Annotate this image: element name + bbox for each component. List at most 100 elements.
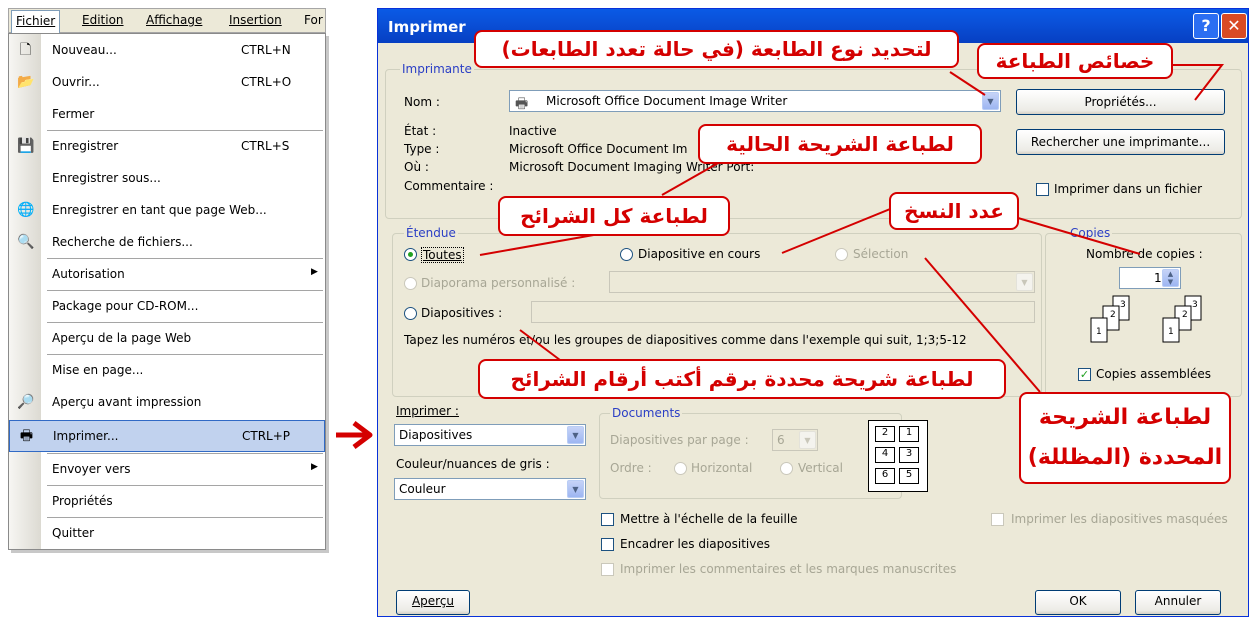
menu-item-mise-en-page[interactable]: Mise en page... [9, 355, 325, 387]
documents-group [599, 413, 902, 499]
chevron-down-icon[interactable]: ▼ [982, 92, 999, 110]
range-group-title: Étendue [404, 226, 458, 240]
range-current-radio[interactable] [620, 248, 633, 261]
layout-cell: 4 [875, 447, 895, 463]
print-what-label: Imprimer : [396, 404, 459, 418]
menu-item-label: Ouvrir... [52, 75, 100, 89]
order-vertical-radio[interactable] [780, 462, 793, 475]
menu-item-proprietes[interactable]: Propriétés [9, 486, 325, 518]
spin-arrows-icon[interactable]: ▲ ▼ [1162, 269, 1179, 287]
svg-text:3: 3 [1192, 300, 1198, 310]
layout-cell: 3 [899, 447, 919, 463]
svg-text:2: 2 [1110, 310, 1116, 320]
menu-item-label: Autorisation [52, 267, 125, 281]
menu-item-shortcut: CTRL+N [241, 43, 291, 57]
print-comments-checkbox[interactable] [601, 563, 614, 576]
annotation-specific-slides: لطباعة شريحة محددة برقم أكتب أرقام الشرا… [478, 359, 1006, 399]
menu-item-label: Enregistrer en tant que page Web... [52, 203, 267, 217]
find-printer-button[interactable]: Rechercher une imprimante... [1016, 129, 1225, 155]
svg-text:1: 1 [1096, 327, 1102, 337]
menu-item-enregistrer-sous[interactable]: Enregistrer sous... [9, 163, 325, 195]
color-value: Couleur [399, 482, 446, 496]
menu-edition[interactable]: Edition [82, 13, 124, 30]
where-label: Où : [404, 160, 429, 174]
state-label: État : [404, 124, 437, 138]
menu-item-label: Aperçu de la page Web [52, 331, 192, 345]
range-slides-radio[interactable] [404, 307, 417, 320]
order-horizontal-radio[interactable] [674, 462, 687, 475]
menu-item-enregistrer[interactable]: 💾 Enregistrer CTRL+S [9, 131, 325, 163]
preview-button[interactable]: Aperçu [396, 590, 470, 615]
find-printer-button-label: Rechercher une imprimante... [1030, 135, 1211, 149]
ok-button-label: OK [1069, 594, 1087, 608]
range-selection-label: Sélection [853, 247, 909, 261]
range-custom-label: Diaporama personnalisé : [421, 276, 576, 290]
range-all-radio[interactable] [404, 248, 417, 261]
help-button[interactable]: ? [1193, 13, 1219, 39]
copies-group-title: Copies [1068, 226, 1113, 240]
menu-item-shortcut: CTRL+O [241, 75, 292, 89]
menu-format[interactable]: For [304, 13, 323, 30]
print-to-file-label: Imprimer dans un fichier [1054, 182, 1203, 196]
chevron-down-icon[interactable]: ▼ [1016, 273, 1033, 291]
chevron-down-icon[interactable]: ▼ [567, 480, 584, 498]
layout-cell: 1 [899, 426, 919, 442]
menu-item-label: Quitter [52, 526, 95, 540]
documents-group-title: Documents [610, 406, 683, 420]
dialog-title: Imprimer [388, 18, 466, 36]
menu-affichage[interactable]: Affichage [146, 13, 202, 30]
menu-item-label: Fermer [52, 107, 95, 121]
menu-insertion[interactable]: Insertion [229, 13, 282, 30]
printer-icon: 🖶 [515, 96, 529, 112]
chevron-down-icon[interactable]: ▼ [799, 431, 816, 449]
copies-value: 1 [1154, 271, 1162, 285]
annotation-current-slide: لطباعة الشريحة الحالية [698, 124, 982, 164]
svg-text:2: 2 [1182, 310, 1188, 320]
menu-item-quitter[interactable]: Quitter [9, 518, 325, 550]
fit-to-page-checkbox[interactable] [601, 513, 614, 526]
range-current-label: Diapositive en cours [638, 247, 761, 261]
range-selection-radio[interactable] [835, 248, 848, 261]
menu-item-fermer[interactable]: Fermer [9, 99, 325, 131]
layout-preview: 2 1 4 3 6 5 [868, 420, 928, 492]
menu-item-apercu-web[interactable]: Aperçu de la page Web [9, 323, 325, 355]
ok-button[interactable]: OK [1035, 590, 1121, 615]
menu-item-ouvrir[interactable]: 📂 Ouvrir... CTRL+O [9, 67, 325, 99]
color-select[interactable]: Couleur ▼ [394, 478, 586, 500]
print-what-select[interactable]: Diapositives ▼ [394, 424, 586, 446]
menu-item-imprimer[interactable]: 🖶 Imprimer... CTRL+P [9, 420, 325, 452]
copies-stepper[interactable]: 1 ▲ ▼ [1119, 267, 1181, 289]
collate-checkbox[interactable]: ✓ [1078, 368, 1091, 381]
menu-item-package-cd[interactable]: Package pour CD-ROM... [9, 291, 325, 323]
annotation-printer-type: لتحديد نوع الطابعة (في حالة تعدد الطابعا… [474, 30, 959, 68]
printer-name-select[interactable]: 🖶 Microsoft Office Document Image Writer… [509, 90, 1001, 112]
menu-item-autorisation[interactable]: Autorisation ▶ [9, 259, 325, 291]
chevron-down-icon[interactable]: ▼ [567, 426, 584, 444]
menu-item-nouveau[interactable]: 🗋 Nouveau... CTRL+N [9, 35, 325, 67]
frame-slides-label: Encadrer les diapositives [620, 537, 770, 551]
menu-item-label: Aperçu avant impression [52, 395, 202, 409]
menu-item-recherche[interactable]: 🔍 Recherche de fichiers... [9, 227, 325, 259]
per-page-select[interactable]: 6 ▼ [772, 429, 818, 451]
properties-button[interactable]: Propriétés... [1016, 89, 1225, 115]
cancel-button[interactable]: Annuler [1135, 590, 1221, 615]
menu-item-shortcut: CTRL+S [241, 139, 290, 153]
custom-show-select[interactable]: ▼ [609, 271, 1035, 293]
print-to-file-checkbox[interactable] [1036, 183, 1049, 196]
menu-fichier[interactable]: Fichier [11, 10, 61, 34]
print-hidden-checkbox[interactable] [991, 513, 1004, 526]
collate-label: Copies assemblées [1096, 367, 1212, 381]
new-document-icon: 🗋 [19, 42, 32, 58]
range-custom-radio[interactable] [404, 277, 417, 290]
print-preview-icon: 🔎 [17, 394, 35, 410]
frame-slides-checkbox[interactable] [601, 538, 614, 551]
menu-item-label: Propriétés [52, 494, 113, 508]
close-button[interactable]: ✕ [1221, 13, 1247, 39]
slides-input[interactable] [531, 301, 1035, 323]
menu-item-label: Imprimer... [53, 429, 119, 443]
layout-cell: 5 [899, 468, 919, 484]
menu-item-enregistrer-web[interactable]: 🌐 Enregistrer en tant que page Web... [9, 195, 325, 227]
menu-item-envoyer-vers[interactable]: Envoyer vers ▶ [9, 454, 325, 486]
menu-item-apercu-impression[interactable]: 🔎 Aperçu avant impression [9, 387, 325, 419]
print-dialog: Imprimer ? ✕ Imprimante Nom : 🖶 Microsof… [377, 8, 1249, 617]
